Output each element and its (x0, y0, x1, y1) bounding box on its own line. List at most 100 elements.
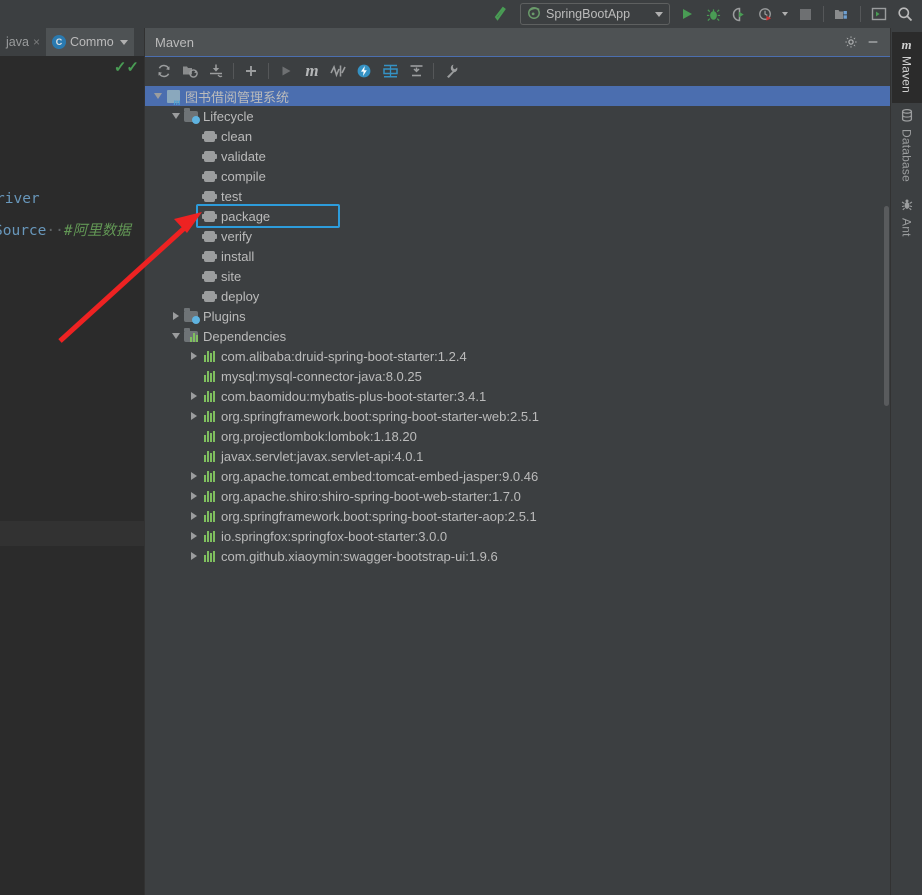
tree-row-plugins[interactable]: Plugins (145, 306, 890, 326)
editor-whitespace-dots: ·· (46, 223, 64, 239)
tree-row-dep5[interactable]: org.projectlombok:lombok:1.18.20 (145, 426, 890, 446)
run-configuration-selector[interactable]: SpringBootApp (520, 3, 670, 25)
tree-expander[interactable] (187, 406, 200, 426)
bars-shape (203, 450, 215, 462)
toolbar-divider (823, 6, 824, 22)
hide-panel-icon[interactable] (862, 31, 884, 53)
chevron-right-icon (172, 312, 179, 320)
tree-row-package[interactable]: package (145, 206, 890, 226)
tree-row-dep10[interactable]: io.springfox:springfox-boot-starter:3.0.… (145, 526, 890, 546)
tree-row-dep8[interactable]: org.apache.shiro:shiro-spring-boot-web-s… (145, 486, 890, 506)
debug-button[interactable] (700, 2, 726, 26)
stop-button[interactable] (792, 2, 818, 26)
tree-row-label: package (221, 208, 271, 224)
gear-shape (201, 290, 217, 302)
bars-shape (203, 550, 215, 562)
tree-expander[interactable] (169, 326, 182, 346)
gear-shape (201, 190, 217, 202)
tree-row-label: test (221, 188, 242, 204)
editor-tab-java[interactable]: java × (0, 28, 46, 56)
search-everywhere-button[interactable] (892, 2, 918, 26)
tree-expander[interactable] (169, 306, 182, 326)
generate-sources-and-update-folders-icon[interactable] (177, 58, 203, 84)
terminal-button[interactable] (866, 2, 892, 26)
project-structure-button[interactable] (829, 2, 855, 26)
inspection-status-icon[interactable]: ✓✓ (114, 58, 139, 76)
run-button[interactable] (674, 2, 700, 26)
gear-shape (201, 250, 217, 262)
tree-row-verify[interactable]: verify (145, 226, 890, 246)
gear-shape (201, 230, 217, 242)
tree-expander[interactable] (187, 386, 200, 406)
tree-expander[interactable] (187, 526, 200, 546)
tree-row-dep3[interactable]: com.baomidou:mybatis-plus-boot-starter:3… (145, 386, 890, 406)
sidebar-item-ant[interactable]: Ant (892, 192, 922, 247)
settings-gear-icon[interactable] (840, 31, 862, 53)
tree-expander-spacer (187, 366, 200, 386)
add-maven-project-icon[interactable] (238, 58, 264, 84)
profiler-dropdown[interactable] (778, 2, 792, 26)
sidebar-item-maven[interactable]: m Maven (891, 32, 922, 104)
tree-row-deploy[interactable]: deploy (145, 286, 890, 306)
maven-toolbar-divider-2 (268, 63, 269, 79)
maven-projects-tree[interactable]: 图书借阅管理系统 Lifecycle clean validate compile tes… (145, 86, 890, 895)
run-configuration-label: SpringBootApp (546, 7, 631, 21)
tree-row-dep1[interactable]: com.alibaba:druid-spring-boot-starter:1.… (145, 346, 890, 366)
editor-pane[interactable]: ✓✓ river Source··#阿里数据 (0, 56, 145, 895)
tree-row-compile[interactable]: compile (145, 166, 890, 186)
profiler-button[interactable] (752, 2, 778, 26)
tree-row-install[interactable]: install (145, 246, 890, 266)
close-icon[interactable]: × (33, 35, 40, 49)
maven-toolbar: m (145, 56, 890, 86)
build-project-button[interactable] (486, 2, 512, 26)
tree-expander[interactable] (151, 86, 164, 106)
maven-toolbar-divider-3 (433, 63, 434, 79)
tree-row-dep7[interactable]: org.apache.tomcat.embed:tomcat-embed-jas… (145, 466, 890, 486)
tree-expander[interactable] (169, 106, 182, 126)
folder-shape (184, 307, 200, 324)
chevron-down-icon (153, 93, 162, 99)
class-file-icon: C (51, 35, 66, 49)
gear-badge (192, 315, 200, 324)
bars-shape (203, 370, 215, 382)
execute-maven-goal-icon[interactable]: m (299, 58, 325, 84)
tree-row-validate[interactable]: validate (145, 146, 890, 166)
editor-tab-bar: java × C Commo (0, 28, 145, 56)
tree-expander[interactable] (187, 486, 200, 506)
toggle-skip-tests-icon[interactable] (325, 58, 351, 84)
maven-settings-wrench-icon[interactable] (438, 58, 464, 84)
show-dependencies-diagram-icon[interactable] (377, 58, 403, 84)
editor-code-line-1: river (0, 191, 40, 207)
dependency-icon (200, 506, 218, 526)
toolbar-divider-2 (860, 6, 861, 22)
tree-expander[interactable] (187, 506, 200, 526)
tree-row-dep4[interactable]: org.springframework.boot:spring-boot-sta… (145, 406, 890, 426)
tree-row-dep6[interactable]: javax.servlet:javax.servlet-api:4.0.1 (145, 446, 890, 466)
tree-row-dep11[interactable]: com.github.xiaoymin:swagger-bootstrap-ui… (145, 546, 890, 566)
chevron-down-icon[interactable] (655, 11, 663, 17)
tree-row-site[interactable]: site (145, 266, 890, 286)
tree-row-dependencies[interactable]: Dependencies (145, 326, 890, 346)
sidebar-item-database[interactable]: Database (892, 103, 922, 192)
tree-expander[interactable] (187, 466, 200, 486)
tree-expander[interactable] (187, 546, 200, 566)
tree-row-clean[interactable]: clean (145, 126, 890, 146)
editor-tab-common[interactable]: C Commo (45, 28, 134, 56)
chevron-down-icon[interactable] (119, 39, 128, 45)
tree-scrollbar[interactable] (884, 206, 889, 406)
tree-row-root[interactable]: 图书借阅管理系统 (145, 86, 890, 107)
tree-row-dep2[interactable]: mysql:mysql-connector-java:8.0.25 (145, 366, 890, 386)
reload-all-maven-projects-icon[interactable] (151, 58, 177, 84)
tree-row-dep9[interactable]: org.springframework.boot:spring-boot-sta… (145, 506, 890, 526)
tree-expander-spacer (187, 246, 200, 266)
tree-expander-spacer (187, 226, 200, 246)
download-sources-and-documentation-icon[interactable] (203, 58, 229, 84)
tree-expander[interactable] (187, 346, 200, 366)
tree-row-lifecycle[interactable]: Lifecycle (145, 106, 890, 126)
collapse-all-icon[interactable] (403, 58, 429, 84)
tree-row-test[interactable]: test (145, 186, 890, 206)
tree-expander-spacer (187, 126, 200, 146)
toggle-offline-mode-icon[interactable] (351, 58, 377, 84)
chevron-right-icon (190, 532, 197, 540)
run-with-coverage-button[interactable] (726, 2, 752, 26)
